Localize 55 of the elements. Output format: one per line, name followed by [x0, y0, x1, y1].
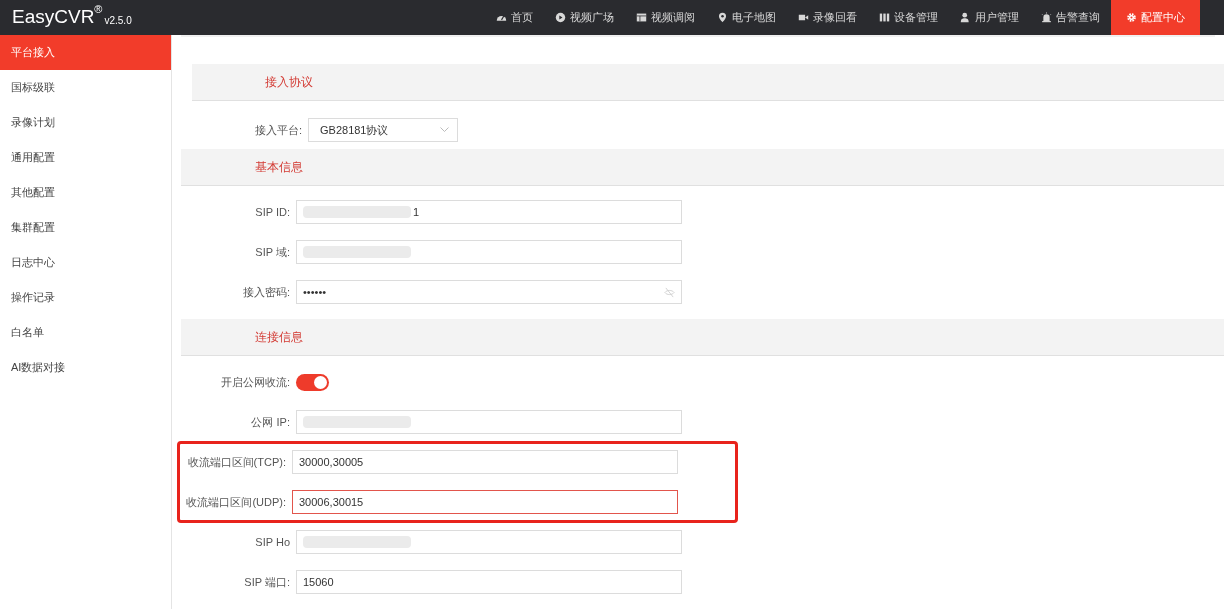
nav-tab[interactable]: 视频调阅	[625, 0, 706, 35]
section-title: 接入协议	[265, 74, 313, 91]
field-label: 公网 IP:	[250, 414, 291, 430]
input-field[interactable]	[296, 530, 682, 554]
user-icon	[960, 12, 971, 23]
field-label: SIP 端口:	[243, 574, 291, 590]
nav-tab[interactable]: 录像回看	[787, 0, 868, 35]
input-field[interactable]: 30006,30015	[292, 490, 678, 514]
input-field[interactable]: 30000,30005	[292, 450, 678, 474]
toggle-switch[interactable]	[296, 373, 329, 391]
nav-tab[interactable]: 首页	[485, 0, 544, 35]
sidebar-item[interactable]: 平台接入	[0, 35, 171, 70]
registered-mark: ®	[94, 4, 103, 15]
nav-tab[interactable]: 设备管理	[868, 0, 949, 35]
app-name: EasyCVR	[12, 7, 95, 26]
sidebar-item[interactable]: 操作记录	[0, 280, 171, 315]
sidebar-item[interactable]: AI数据对接	[0, 350, 171, 385]
input-field[interactable]: ••••••	[296, 280, 682, 304]
eye-off-icon	[664, 286, 675, 298]
field-label: SIP Ho	[254, 534, 291, 550]
play-icon	[555, 12, 566, 23]
section-title: 基本信息	[255, 159, 303, 176]
nav-tab[interactable]: 配置中心	[1111, 0, 1200, 35]
sidebar-item[interactable]: 白名单	[0, 315, 171, 350]
sidebar-item[interactable]: 录像计划	[0, 105, 171, 140]
map-pin-icon	[717, 12, 728, 23]
field-label: 开启公网收流:	[219, 374, 291, 390]
field-label: 收流端口区间(TCP):	[186, 454, 287, 470]
section-title: 连接信息	[255, 329, 303, 346]
field-label: 接入平台:	[253, 122, 303, 138]
field-label: 收流端口区间(UDP):	[185, 494, 287, 510]
field-label: SIP 域:	[254, 244, 291, 260]
sidebar-item[interactable]: 集群配置	[0, 210, 171, 245]
input-field[interactable]: 1	[296, 200, 682, 224]
sidebar-item[interactable]: 国标级联	[0, 70, 171, 105]
nav-tab[interactable]: 电子地图	[706, 0, 787, 35]
input-field[interactable]: 15060	[296, 570, 682, 594]
sidebar-item[interactable]: 日志中心	[0, 245, 171, 280]
columns-icon	[879, 12, 890, 23]
sidebar-item[interactable]: 其他配置	[0, 175, 171, 210]
alarm-light-icon	[1041, 12, 1052, 23]
video-camera-icon	[798, 12, 809, 23]
nav-tab[interactable]: 告警查询	[1030, 0, 1111, 35]
nav-tab[interactable]: 视频广场	[544, 0, 625, 35]
settings-icon	[1126, 12, 1137, 23]
nav-tab[interactable]: 用户管理	[949, 0, 1030, 35]
table-icon	[636, 12, 647, 23]
field-label: 接入密码:	[241, 284, 291, 300]
field-label: SIP ID:	[254, 204, 291, 220]
input-field[interactable]	[296, 240, 682, 264]
version-label: v2.5.0	[104, 16, 132, 26]
select-dropdown[interactable]: GB28181协议	[308, 118, 458, 142]
input-field[interactable]	[296, 410, 682, 434]
chevron-icon	[440, 127, 449, 133]
sidebar-item[interactable]: 通用配置	[0, 140, 171, 175]
